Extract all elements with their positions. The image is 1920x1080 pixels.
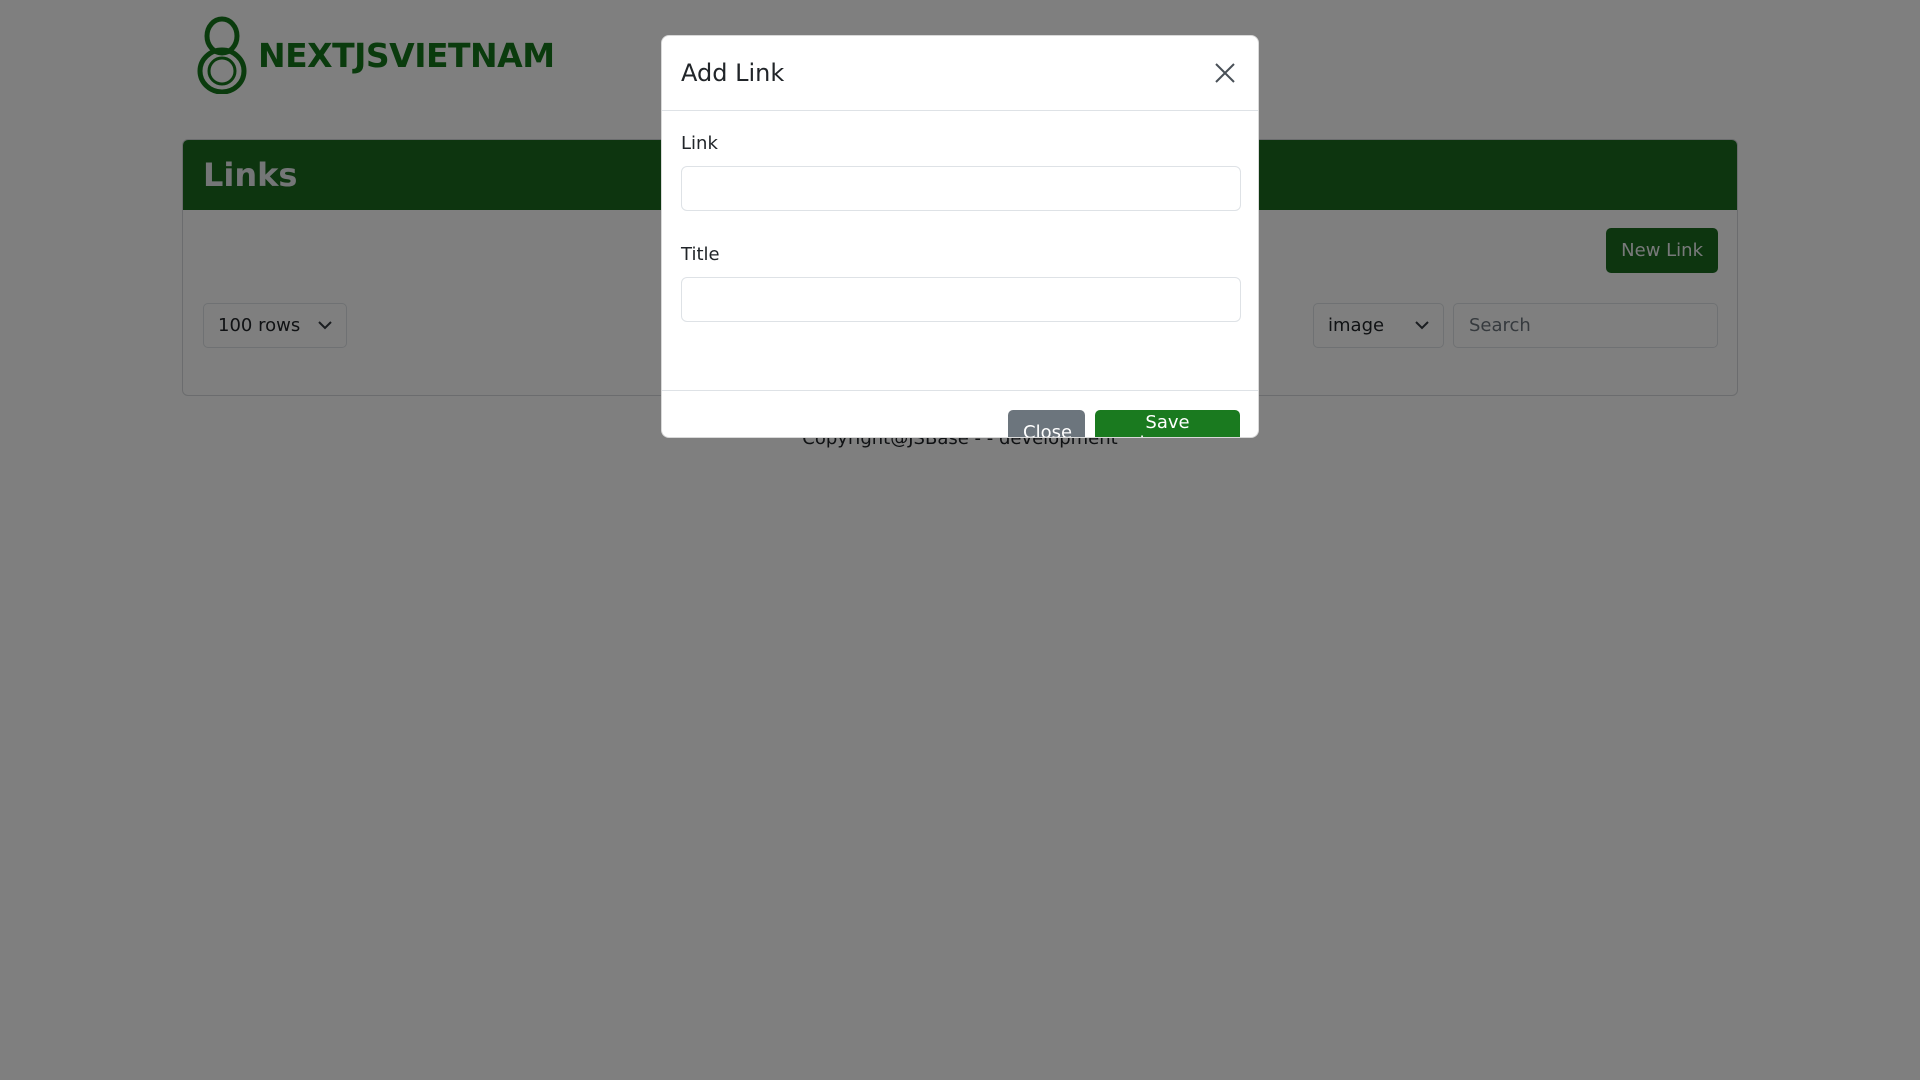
modal-close-button[interactable] xyxy=(1210,58,1240,88)
title-label: Title xyxy=(681,244,720,265)
link-input[interactable] xyxy=(681,166,1241,211)
title-field-group: Title xyxy=(681,244,1241,322)
modal-body: Link Title xyxy=(662,111,1258,391)
close-icon xyxy=(1215,63,1235,83)
modal-title: Add Link xyxy=(681,59,785,87)
title-input[interactable] xyxy=(681,277,1241,322)
modal-header: Add Link xyxy=(662,36,1258,111)
link-label: Link xyxy=(681,133,718,154)
modal-footer: Close Save changes xyxy=(662,391,1258,437)
add-link-modal: Add Link Link Title Close Save changes xyxy=(661,35,1259,438)
close-button[interactable]: Close xyxy=(1008,410,1085,437)
save-changes-button[interactable]: Save changes xyxy=(1095,410,1240,437)
link-field-group: Link xyxy=(681,133,1241,211)
